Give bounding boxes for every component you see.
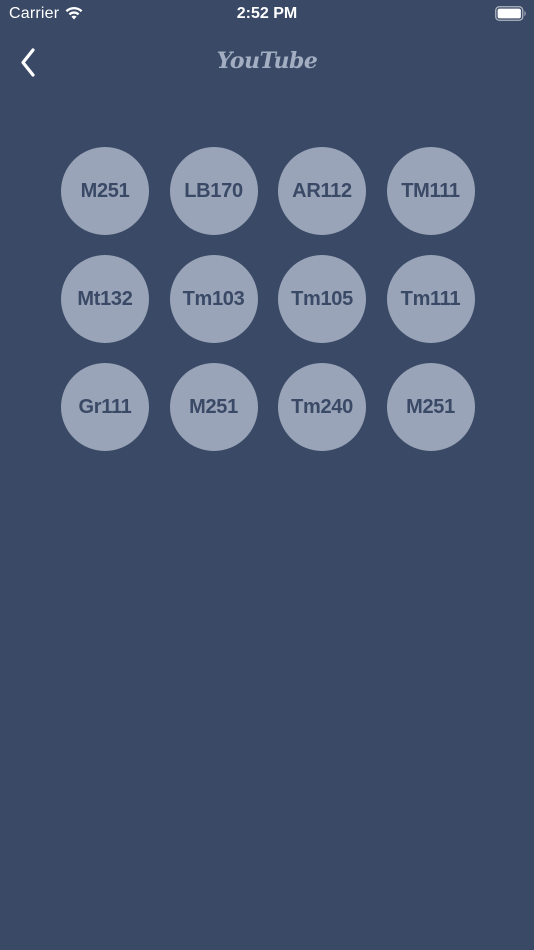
circle-button-label: Tm103 [182, 287, 245, 310]
circle-button[interactable]: Gr111 [61, 363, 149, 451]
circle-button-label: Tm105 [291, 287, 353, 310]
circle-button[interactable]: Tm103 [169, 255, 258, 343]
circle-button[interactable]: LB170 [169, 147, 258, 235]
circle-button-label: M251 [80, 179, 130, 202]
channel-grid: M251 LB170 AR112 TM111 Mt132 Tm103 Tm105… [61, 147, 475, 451]
status-time: 2:52 PM [236, 5, 298, 22]
navigation-bar: YouTube [0, 40, 534, 86]
circle-button-label: LB170 [184, 179, 243, 202]
battery-icon [495, 6, 526, 21]
circle-button[interactable]: Tm105 [278, 255, 366, 343]
circle-button-label: Mt132 [77, 287, 133, 310]
page-title: YouTube [216, 48, 318, 74]
circle-button-label: Gr111 [78, 395, 132, 418]
circle-button[interactable]: AR112 [278, 147, 366, 235]
circle-button[interactable]: Mt132 [61, 255, 149, 343]
circle-button[interactable]: M251 [61, 147, 149, 235]
circle-button-label: Tm111 [400, 287, 461, 310]
circle-button[interactable]: Tm240 [278, 363, 366, 451]
circle-button[interactable]: M251 [386, 363, 475, 451]
circle-button-label: M251 [189, 395, 238, 418]
circle-button-label: TM111 [401, 179, 460, 202]
status-bar: Carrier 2:52 PM [0, 0, 534, 28]
circle-button[interactable]: M251 [169, 363, 258, 451]
circle-button-label: M251 [406, 395, 455, 418]
circle-button-label: AR112 [292, 179, 352, 202]
circle-button[interactable]: Tm111 [386, 255, 475, 343]
circle-button-label: Tm240 [291, 395, 353, 418]
circle-button[interactable]: TM111 [386, 147, 475, 235]
